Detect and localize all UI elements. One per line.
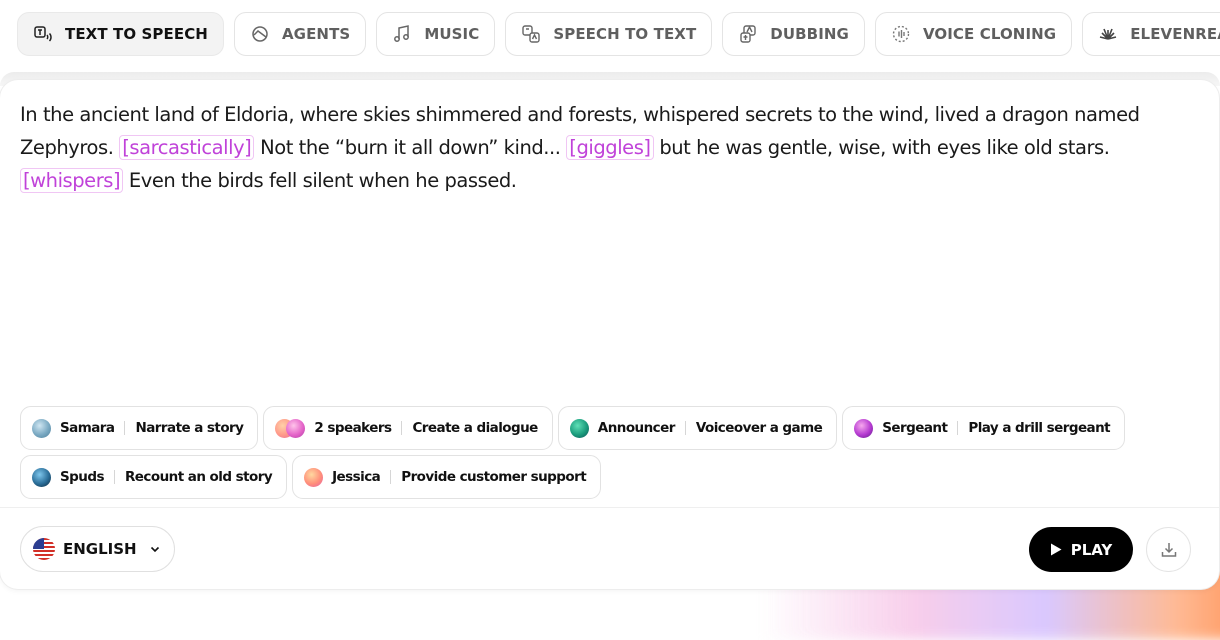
- tab-text-to-speech[interactable]: TEXT TO SPEECH: [17, 12, 224, 56]
- voice-name: Announcer: [597, 420, 676, 436]
- sergeant-avatar: [854, 418, 874, 438]
- divider: [957, 421, 959, 435]
- tab-dubbing[interactable]: DUBBING: [722, 12, 865, 56]
- suggestion-jessica[interactable]: Jessica Provide customer support: [292, 455, 602, 499]
- voice-name: Sergeant: [882, 420, 948, 436]
- play-label: PLAY: [1070, 540, 1113, 559]
- play-button[interactable]: PLAY: [1029, 527, 1133, 572]
- text-to-speech-icon: [33, 24, 53, 44]
- jessica-avatar: [304, 467, 324, 487]
- tab-label: MUSIC: [424, 25, 480, 43]
- divider: [124, 421, 126, 435]
- tab-agents[interactable]: AGENTS: [233, 12, 367, 56]
- suggestion-action: Recount an old story: [124, 469, 273, 485]
- tab-elevenreader[interactable]: ELEVENREADER: [1082, 12, 1220, 56]
- us-flag-icon: [33, 538, 55, 560]
- voice-suggestions: Samara Narrate a story 2 speakers Create…: [20, 406, 1126, 504]
- audio-tag-whispers: [whispers]: [20, 168, 124, 193]
- suggestion-2-speakers[interactable]: 2 speakers Create a dialogue: [263, 406, 553, 450]
- tab-music[interactable]: MUSIC: [376, 12, 496, 56]
- play-icon: [1050, 543, 1062, 556]
- agents-icon: [250, 24, 270, 44]
- dubbing-icon: [738, 24, 758, 44]
- divider: [113, 470, 115, 484]
- chevron-down-icon: [149, 543, 161, 555]
- suggestion-action: Provide customer support: [401, 469, 587, 485]
- suggestion-action: Narrate a story: [135, 420, 244, 436]
- tab-speech-to-text[interactable]: SPEECH TO TEXT: [505, 12, 713, 56]
- music-icon: [392, 24, 412, 44]
- voice-name: Samara: [60, 420, 115, 436]
- suggestion-samara[interactable]: Samara Narrate a story: [20, 406, 259, 450]
- product-tabs: TEXT TO SPEECH AGENTS MUSIC SPEECH TO TE…: [17, 12, 1220, 56]
- tab-label: AGENTS: [281, 25, 351, 43]
- suggestion-action: Create a dialogue: [412, 420, 538, 436]
- voice-name: Jessica: [332, 469, 381, 485]
- download-button[interactable]: [1146, 527, 1191, 572]
- tab-label: TEXT TO SPEECH: [65, 25, 208, 43]
- language-label: ENGLISH: [63, 540, 137, 558]
- voice-cloning-icon: [891, 24, 911, 44]
- tab-label: SPEECH TO TEXT: [553, 25, 697, 43]
- spuds-avatar: [32, 467, 51, 487]
- divider: [390, 470, 392, 484]
- divider: [401, 421, 403, 435]
- divider: [684, 421, 686, 435]
- suggestion-action: Play a drill sergeant: [968, 420, 1111, 436]
- elevenreader-icon: [1098, 24, 1118, 44]
- tab-label: ELEVENREADER: [1130, 25, 1220, 43]
- story-text: Even the birds fell silent when he passe…: [123, 169, 517, 192]
- text-to-speech-card: In the ancient land of Eldoria, where sk…: [0, 80, 1219, 589]
- suggestion-spuds[interactable]: Spuds Recount an old story: [20, 455, 288, 499]
- tab-voice-cloning[interactable]: VOICE CLONING: [874, 12, 1073, 56]
- suggestion-announcer[interactable]: Announcer Voiceover a game: [557, 406, 838, 450]
- samara-avatar: [32, 418, 51, 438]
- audio-tag-giggles: [giggles]: [566, 135, 654, 160]
- story-text-editor[interactable]: In the ancient land of Eldoria, where sk…: [20, 98, 1190, 197]
- footer-divider: [0, 507, 1219, 508]
- suggestion-sergeant[interactable]: Sergeant Play a drill sergeant: [842, 406, 1126, 450]
- story-text: Not the “burn it all down” kind...: [254, 136, 567, 159]
- audio-tag-sarcastically: [sarcastically]: [119, 135, 255, 160]
- voice-name: Spuds: [60, 469, 105, 485]
- language-selector[interactable]: ENGLISH: [20, 526, 175, 572]
- story-text: but he was gentle, wise, with eyes like …: [653, 136, 1110, 159]
- tab-label: VOICE CLONING: [922, 25, 1057, 43]
- tab-label: DUBBING: [770, 25, 849, 43]
- suggestion-action: Voiceover a game: [695, 420, 823, 436]
- announcer-avatar: [569, 418, 589, 438]
- voice-name: 2 speakers: [314, 420, 392, 436]
- 2-speakers-avatar: [275, 418, 306, 438]
- speech-to-text-icon: [521, 24, 541, 44]
- download-icon: [1160, 541, 1178, 559]
